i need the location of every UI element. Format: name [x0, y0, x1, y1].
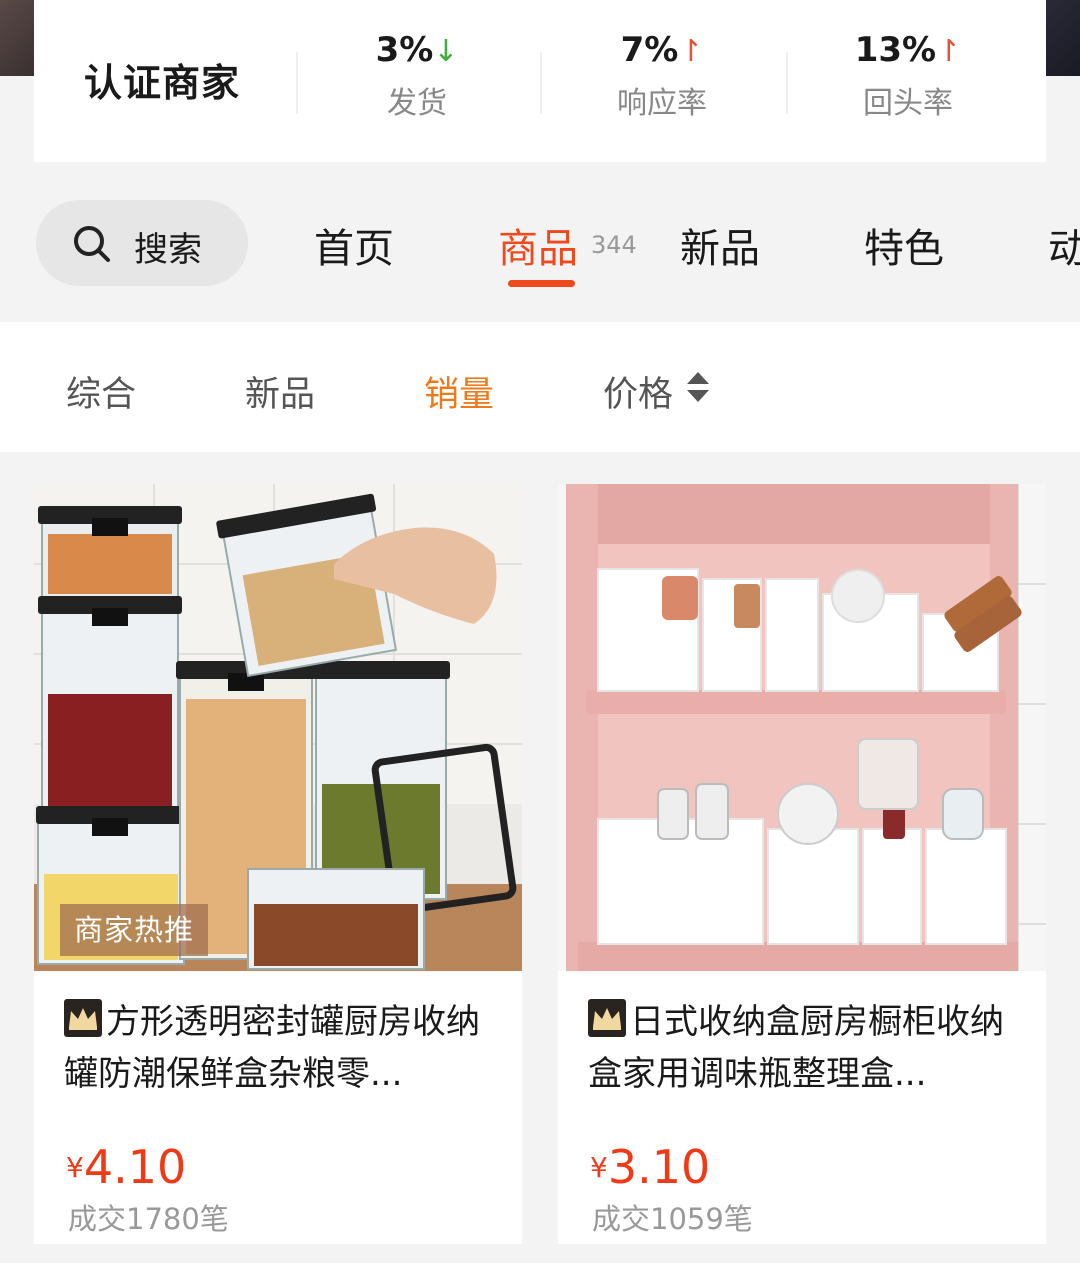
tab-products[interactable]: 商品 — [498, 216, 578, 274]
sales-count: 成交1780笔 — [68, 1202, 229, 1236]
sort-comprehensive[interactable]: 综合 — [66, 366, 136, 417]
currency-symbol: ¥ — [66, 1151, 84, 1184]
stat-return-value: 13% — [854, 30, 937, 70]
product-image[interactable] — [558, 484, 1046, 971]
stat-response-label: 响应率 — [617, 86, 707, 121]
sort-new[interactable]: 新品 — [245, 366, 315, 417]
sort-bar: 综合 新品 销量 价格 — [0, 322, 1080, 452]
product-image[interactable]: 商家热推 — [34, 484, 522, 971]
stat-response-rate: 7%↾ 响应率 — [562, 30, 762, 122]
stat-response-value: 7% — [620, 30, 679, 70]
search-button[interactable]: 搜索 — [36, 200, 248, 286]
crown-icon — [588, 999, 626, 1037]
price-value: 3.10 — [607, 1140, 711, 1194]
divider — [540, 52, 542, 114]
currency-symbol: ¥ — [590, 1151, 608, 1184]
stat-return-rate: 13%↾ 回头率 — [808, 30, 1008, 122]
header-background-left — [0, 0, 34, 76]
recommend-badge: 商家热推 — [60, 904, 209, 956]
tab-activity[interactable]: 动 — [1048, 216, 1080, 274]
sort-toggle-icon — [687, 372, 709, 402]
product-price: ¥4.10 — [66, 1140, 186, 1194]
shop-stats-card: 认证商家 3%↓ 发货 7%↾ 响应率 13%↾ 回头率 — [34, 0, 1046, 162]
product-card[interactable]: 商家热推 方形透明密封罐厨房收纳罐防潮保鲜盒杂粮零... ¥4.10 成交178… — [34, 484, 522, 1244]
search-icon — [74, 226, 110, 262]
product-price: ¥3.10 — [590, 1140, 710, 1194]
product-title-text: 日式收纳盒厨房橱柜收纳盒家用调味瓶整理盒... — [588, 1002, 1004, 1094]
sort-sales[interactable]: 销量 — [424, 366, 494, 417]
active-tab-indicator — [508, 280, 575, 287]
tab-new-arrivals[interactable]: 新品 — [680, 216, 760, 274]
stat-return-label: 回头率 — [863, 86, 953, 121]
product-title: 方形透明密封罐厨房收纳罐防潮保鲜盒杂粮零... — [64, 996, 500, 1100]
product-title-text: 方形透明密封罐厨房收纳罐防潮保鲜盒杂粮零... — [64, 1002, 480, 1094]
divider — [786, 52, 788, 114]
price-value: 4.10 — [83, 1140, 187, 1194]
crown-icon — [64, 999, 102, 1037]
tab-home[interactable]: 首页 — [314, 216, 394, 274]
product-card[interactable]: 日式收纳盒厨房橱柜收纳盒家用调味瓶整理盒... ¥3.10 成交1059笔 — [558, 484, 1046, 1244]
stat-shipping-label: 发货 — [387, 86, 447, 121]
tab-products-count: 344 — [591, 231, 637, 259]
product-title: 日式收纳盒厨房橱柜收纳盒家用调味瓶整理盒... — [588, 996, 1024, 1100]
certified-merchant-label: 认证商家 — [84, 61, 241, 105]
stat-shipping-value: 3% — [375, 30, 434, 70]
search-label: 搜索 — [134, 230, 202, 270]
sort-price[interactable]: 价格 — [603, 366, 673, 417]
trend-down-icon: ↓ — [433, 34, 459, 69]
trend-up-icon: ↾ — [936, 34, 962, 69]
trend-up-icon: ↾ — [678, 34, 704, 69]
stat-shipping: 3%↓ 发货 — [317, 30, 517, 122]
divider — [296, 52, 298, 114]
header-background-right — [1046, 0, 1080, 76]
tab-featured[interactable]: 特色 — [864, 216, 944, 274]
sales-count: 成交1059笔 — [592, 1202, 753, 1236]
